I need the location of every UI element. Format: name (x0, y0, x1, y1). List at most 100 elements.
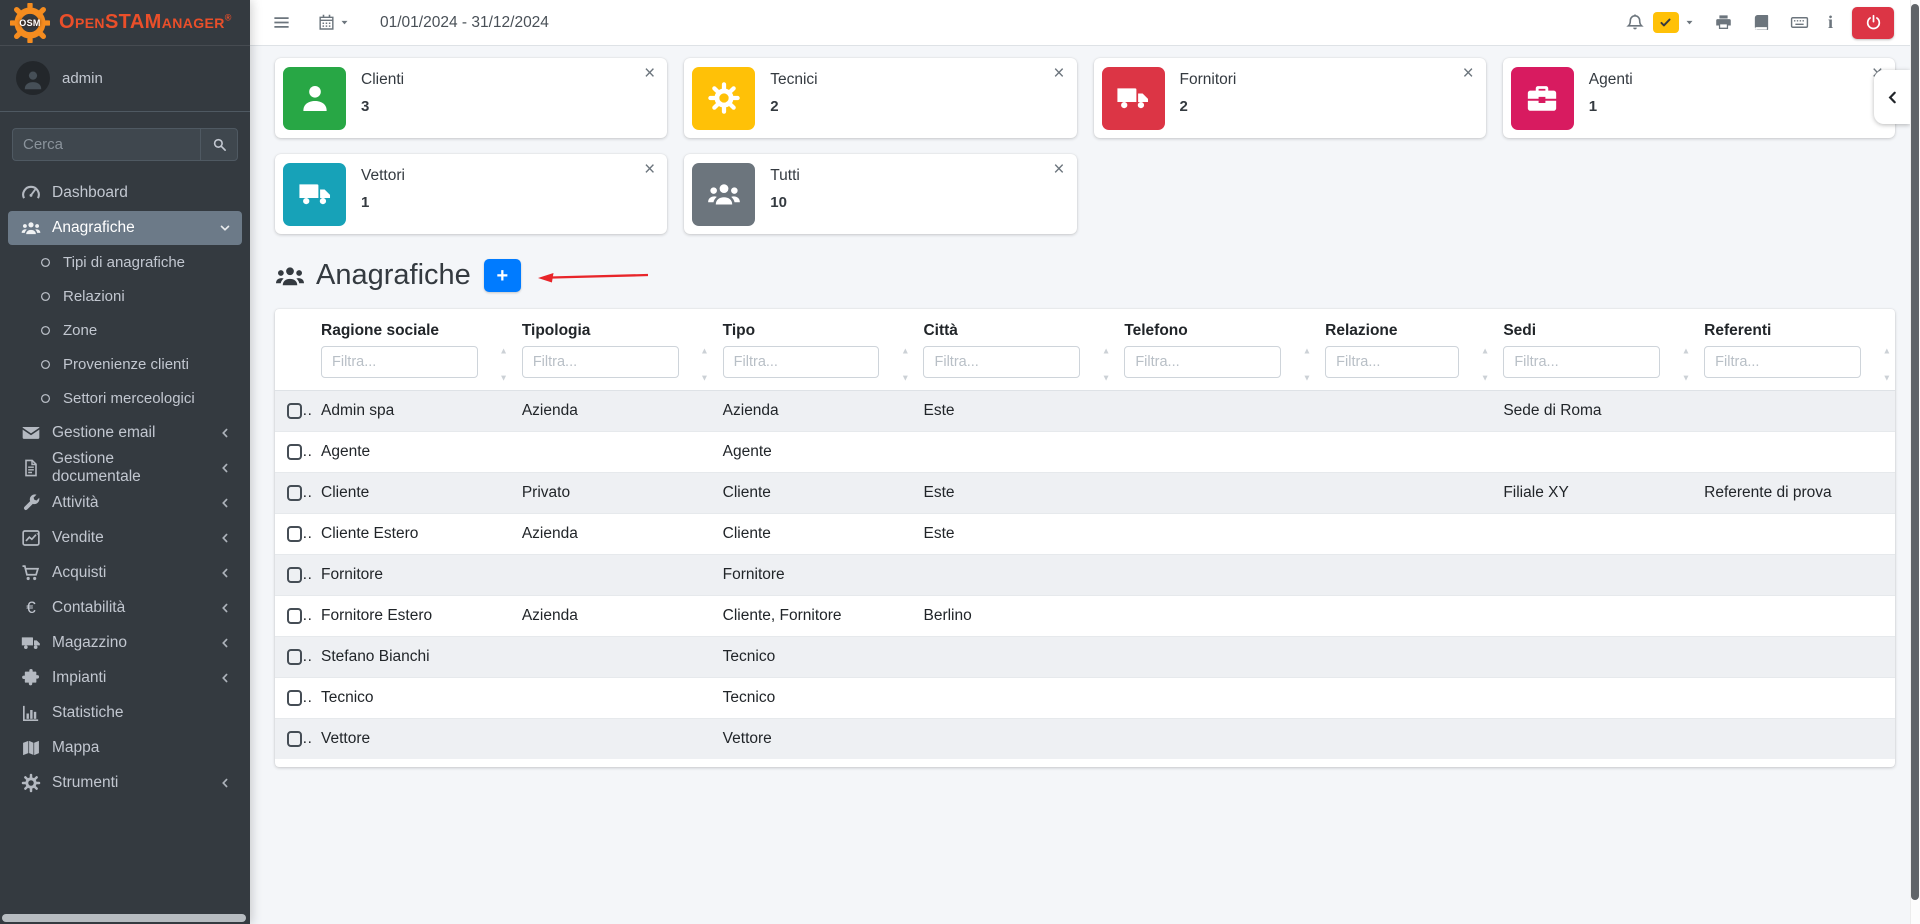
search-input[interactable] (12, 128, 200, 161)
filter-input-ragione-sociale[interactable] (321, 346, 478, 378)
table-row[interactable]: Fornitore Estero Azienda Cliente, Fornit… (275, 596, 1895, 637)
sort-control[interactable]: ▲▼ (1682, 346, 1690, 382)
sidebar-item-contabilita[interactable]: € Contabilità (8, 591, 242, 625)
sidebar-item-impianti[interactable]: Impianti (8, 661, 242, 695)
close-icon[interactable]: × (1053, 160, 1064, 179)
sidebar-item-anagrafiche[interactable]: Anagrafiche (8, 211, 242, 245)
row-checkbox[interactable] (287, 567, 302, 583)
column-header-sedi[interactable]: Sedi (1493, 313, 1694, 341)
filter-input-citta[interactable] (923, 346, 1080, 378)
close-icon[interactable]: × (644, 64, 655, 83)
summary-card-vettori[interactable]: Vettori 1 × (275, 154, 667, 234)
summary-card-fornitori[interactable]: Fornitori 2 × (1094, 58, 1486, 138)
notifications-button[interactable] (1625, 13, 1645, 33)
summary-card-tecnici[interactable]: Tecnici 2 × (684, 58, 1076, 138)
column-header-relazione[interactable]: Relazione (1315, 313, 1493, 341)
column-header-tipologia[interactable]: Tipologia (512, 313, 713, 341)
table-row[interactable]: Cliente Privato Cliente Este Filiale XY … (275, 473, 1895, 514)
sidebar-item-statistiche[interactable]: Statistiche (8, 696, 242, 730)
row-checkbox[interactable] (287, 444, 302, 460)
table-row[interactable]: Agente Agente (275, 432, 1895, 473)
sidebar-item-vendite[interactable]: Vendite (8, 521, 242, 555)
summary-card-clienti[interactable]: Clienti 3 × (275, 58, 667, 138)
cell-sedi (1493, 678, 1694, 719)
row-checkbox[interactable] (287, 649, 302, 665)
row-checkbox[interactable] (287, 403, 302, 419)
sidebar-item-strumenti[interactable]: Strumenti (8, 766, 242, 800)
table-row[interactable]: Fornitore Fornitore (275, 555, 1895, 596)
column-header-tipo[interactable]: Tipo (713, 313, 914, 341)
row-checkbox[interactable] (287, 485, 302, 501)
sidebar-item-gestione-email[interactable]: Gestione email (8, 416, 242, 450)
sidebar-subitem-provenienze-clienti[interactable]: Provenienze clienti (8, 348, 242, 381)
filter-input-tipologia[interactable] (522, 346, 679, 378)
close-icon[interactable]: × (1463, 64, 1474, 83)
docs-button[interactable] (1752, 13, 1771, 32)
sidebar-subitem-settori-merceologici[interactable]: Settori merceologici (8, 382, 242, 415)
sort-control[interactable]: ▲▼ (499, 346, 507, 382)
table-row[interactable]: Admin spa Azienda Azienda Este Sede di R… (275, 391, 1895, 432)
sidebar-subitem-relazioni[interactable]: Relazioni (8, 280, 242, 313)
column-header-referenti[interactable]: Referenti (1694, 313, 1895, 341)
table-row[interactable]: Vettore Vettore (275, 719, 1895, 760)
date-range-label[interactable]: 01/01/2024 - 31/12/2024 (380, 14, 549, 32)
sort-control[interactable]: ▲▼ (1102, 346, 1110, 382)
sidebar-item-magazzino[interactable]: Magazzino (8, 626, 242, 660)
add-record-button[interactable]: + (484, 259, 521, 292)
sidebar-item-acquisti[interactable]: Acquisti (8, 556, 242, 590)
info-icon[interactable]: i (1828, 12, 1833, 33)
filter-input-sedi[interactable] (1503, 346, 1660, 378)
row-checkbox[interactable] (287, 526, 302, 542)
row-checkbox[interactable] (287, 690, 302, 706)
column-header-citta[interactable]: Città (913, 313, 1114, 341)
date-range-picker-button[interactable] (317, 13, 350, 32)
search-button[interactable] (200, 128, 238, 161)
scrollbar-thumb[interactable] (1911, 4, 1919, 900)
sidebar-item-label: Strumenti (52, 774, 118, 792)
hamburger-menu-button[interactable] (272, 13, 291, 32)
status-badge[interactable] (1653, 12, 1679, 33)
sort-control[interactable]: ▲▼ (1303, 346, 1311, 382)
horizontal-scrollbar[interactable] (2, 914, 246, 922)
summary-card-agenti[interactable]: Agenti 1 × (1503, 58, 1895, 138)
table-row[interactable]: Cliente Estero Azienda Cliente Este (275, 514, 1895, 555)
column-header-ragione-sociale[interactable]: Ragione sociale (311, 313, 512, 341)
cell-relazione (1315, 637, 1493, 678)
cell-sedi: Filiale XY (1493, 473, 1694, 514)
logout-button[interactable] (1852, 7, 1894, 39)
close-icon[interactable]: × (1053, 64, 1064, 83)
close-icon[interactable]: × (644, 160, 655, 179)
cell-relazione (1315, 473, 1493, 514)
sidebar-subitem-tipi-di-anagrafiche[interactable]: Tipi di anagrafiche (8, 246, 242, 279)
row-checkbox[interactable] (287, 731, 302, 747)
card-count: 10 (770, 194, 800, 211)
sidebar-item-mappa[interactable]: Mappa (8, 731, 242, 765)
cell-telefono (1114, 432, 1315, 473)
filter-input-tipo[interactable] (723, 346, 880, 378)
row-checkbox[interactable] (287, 608, 302, 624)
table-row[interactable]: Tecnico Tecnico (275, 678, 1895, 719)
sidebar-item-attivita[interactable]: Attività (8, 486, 242, 520)
sort-control[interactable]: ▲▼ (700, 346, 708, 382)
user-panel[interactable]: admin (0, 46, 250, 112)
summary-card-tutti[interactable]: Tutti 10 × (684, 154, 1076, 234)
filter-input-telefono[interactable] (1124, 346, 1281, 378)
sidebar-item-dashboard[interactable]: Dashboard (8, 176, 242, 210)
sort-control[interactable]: ▲▼ (1481, 346, 1489, 382)
status-badge-group[interactable] (1653, 12, 1695, 33)
vertical-scrollbar[interactable] (1910, 0, 1920, 924)
table-row[interactable]: Stefano Bianchi Tecnico (275, 637, 1895, 678)
column-header-telefono[interactable]: Telefono (1114, 313, 1315, 341)
app-brand[interactable]: OSM OpenSTAManager® (0, 0, 250, 46)
control-sidebar-toggle[interactable] (1874, 70, 1910, 124)
sidebar-subitem-zone[interactable]: Zone (8, 314, 242, 347)
sort-control[interactable]: ▲▼ (1883, 346, 1891, 382)
table-filter-row: ▲▼ ▲▼ ▲▼ ▲▼ ▲▼ ▲▼ ▲▼ ▲▼ (275, 341, 1895, 391)
cell-tipologia: Azienda (512, 391, 713, 432)
sort-control[interactable]: ▲▼ (901, 346, 909, 382)
sidebar-item-gestione-documentale[interactable]: Gestione documentale (8, 451, 242, 485)
filter-input-relazione[interactable] (1325, 346, 1459, 378)
filter-input-referenti[interactable] (1704, 346, 1861, 378)
print-button[interactable] (1714, 13, 1733, 32)
shortcuts-button[interactable] (1790, 13, 1809, 32)
